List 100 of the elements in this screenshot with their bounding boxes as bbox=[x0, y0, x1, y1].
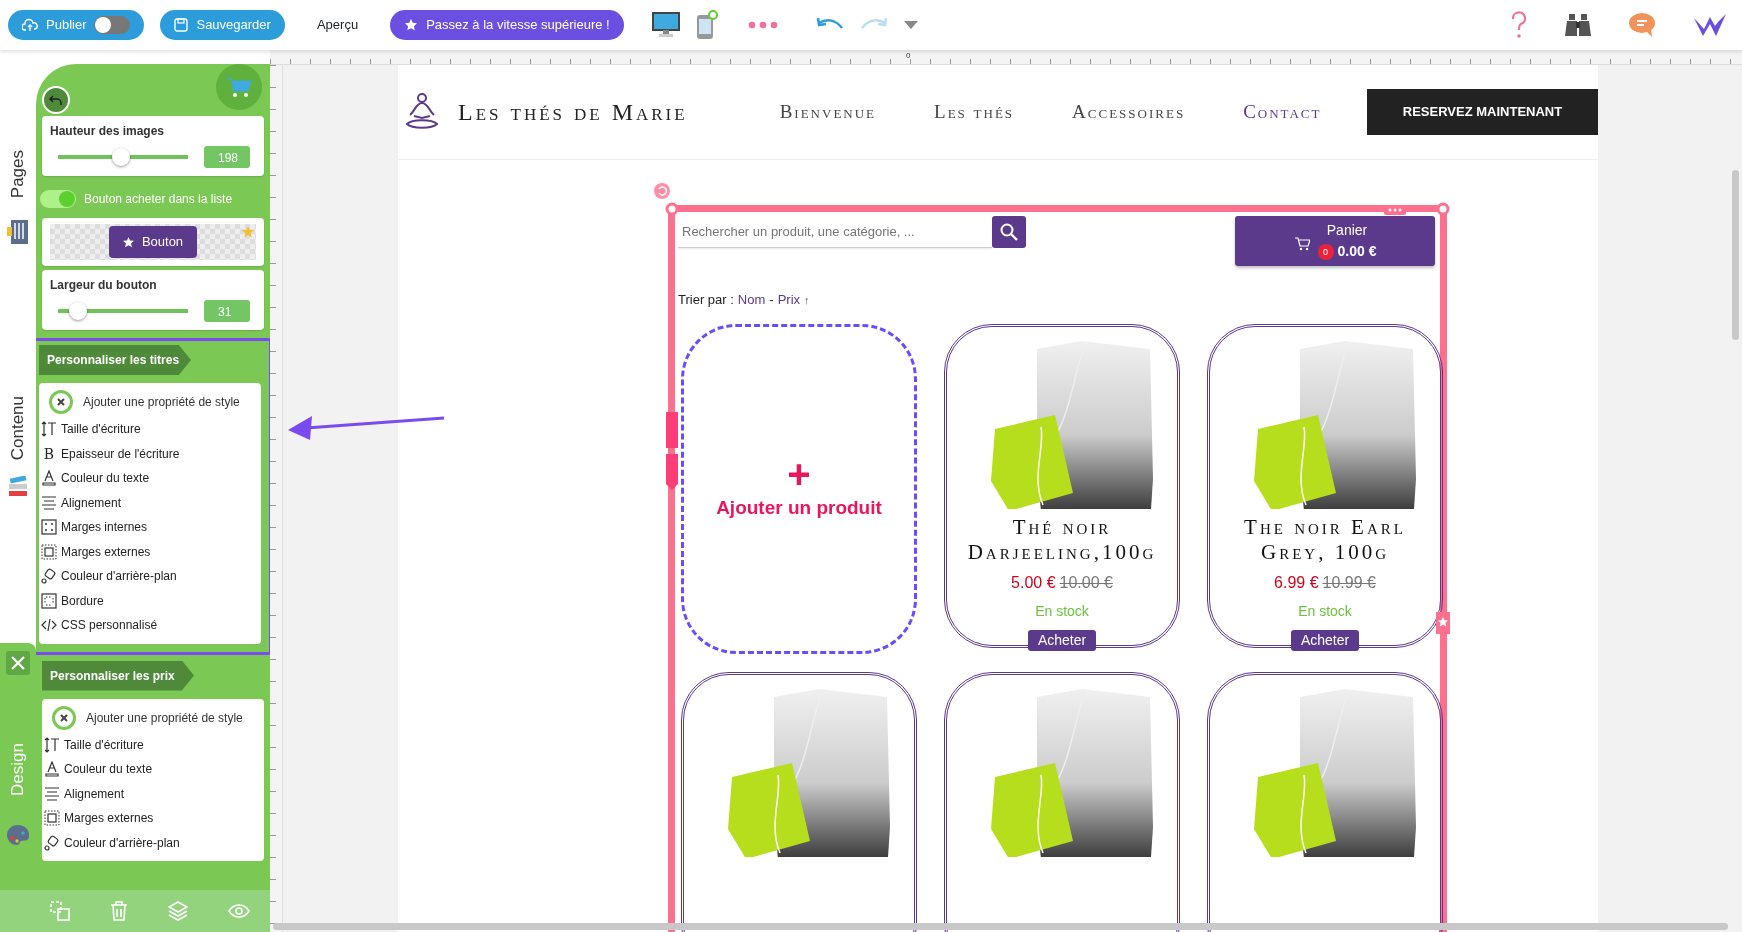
nav-link[interactable]: Contact bbox=[1243, 97, 1322, 127]
search-icon bbox=[1000, 223, 1018, 241]
product-title: The noir Earl Grey, 100g bbox=[1243, 514, 1407, 565]
cloud-upload-icon bbox=[22, 18, 38, 32]
help-icon[interactable] bbox=[1510, 11, 1528, 39]
style-property-item[interactable]: Bordure bbox=[41, 588, 261, 613]
reserve-button[interactable]: RESERVEZ MAINTENANT bbox=[1367, 89, 1598, 135]
style-property-item[interactable]: Alignement bbox=[44, 781, 264, 806]
plus-icon: + bbox=[787, 454, 811, 495]
style-property-item[interactable]: Couleur d'arrière-plan bbox=[41, 564, 261, 589]
product-price: 6.99 € bbox=[1274, 572, 1319, 593]
site-logo[interactable]: Les thés de Marie bbox=[458, 94, 688, 130]
trash-icon[interactable] bbox=[110, 901, 128, 921]
nav-link[interactable]: Accessoires bbox=[1072, 97, 1186, 127]
add-product-label: Ajouter un produit bbox=[716, 496, 882, 521]
horizontal-scrollbar[interactable] bbox=[273, 923, 1728, 930]
corner-handle-icon[interactable] bbox=[1436, 202, 1450, 216]
palette-icon[interactable] bbox=[6, 824, 30, 847]
buy-button-toggle[interactable] bbox=[40, 190, 76, 208]
sort-link[interactable]: Nom bbox=[737, 290, 766, 310]
cart-icon bbox=[1293, 237, 1310, 251]
paint-bucket-icon bbox=[44, 834, 60, 851]
duplicate-icon[interactable] bbox=[50, 901, 70, 921]
close-icon bbox=[11, 656, 25, 671]
eye-icon[interactable] bbox=[228, 904, 250, 918]
style-property-item[interactable]: B Epaisseur de l'écriture bbox=[41, 441, 261, 466]
nav-link[interactable]: Bienvenue bbox=[779, 97, 877, 127]
publish-toggle[interactable] bbox=[94, 16, 131, 34]
star-icon bbox=[122, 236, 134, 248]
style-property-item[interactable]: Couleur d'arrière-plan bbox=[44, 830, 264, 855]
style-property-item[interactable]: Marges externes bbox=[44, 806, 264, 831]
style-property-item[interactable]: Marges internes bbox=[41, 515, 261, 540]
style-property-item[interactable]: Couleur du texte bbox=[41, 466, 261, 491]
nav-link[interactable]: Les thés bbox=[934, 97, 1015, 127]
slider-thumb[interactable] bbox=[69, 302, 88, 320]
cart-button[interactable]: Panier 0 0.00 € bbox=[1235, 216, 1435, 266]
slider-label: Hauteur des images bbox=[50, 123, 166, 140]
padding-icon bbox=[41, 519, 57, 536]
style-property-item[interactable]: Taille d'écriture bbox=[41, 417, 261, 442]
search-field[interactable]: Rechercher un produit, une catégorie, ... bbox=[678, 216, 992, 248]
rotate-handle-icon[interactable] bbox=[654, 183, 670, 199]
font-size-icon bbox=[44, 736, 60, 753]
back-button[interactable] bbox=[42, 86, 70, 114]
favorite-star-icon[interactable] bbox=[242, 226, 254, 238]
buy-button[interactable]: Acheter bbox=[1027, 629, 1097, 651]
remove-button[interactable] bbox=[52, 705, 76, 730]
buy-button[interactable]: Acheter bbox=[1290, 629, 1360, 651]
stock-status: En stock bbox=[1298, 601, 1352, 621]
toolbox-icon[interactable] bbox=[8, 476, 28, 499]
bold-icon: B bbox=[41, 446, 57, 461]
layers-icon[interactable] bbox=[168, 901, 188, 921]
resize-handle-icon[interactable] bbox=[666, 412, 678, 490]
add-product-card[interactable]: + Ajouter un produit bbox=[681, 323, 917, 654]
shelf-icon[interactable] bbox=[7, 218, 29, 247]
star-handle-icon[interactable] bbox=[1436, 612, 1450, 634]
add-style-label[interactable]: Ajouter une propriété de style bbox=[86, 708, 243, 727]
slider-label: Largeur du bouton bbox=[50, 277, 158, 294]
caret-icon[interactable] bbox=[903, 21, 918, 29]
style-property-item[interactable]: Couleur du texte bbox=[44, 757, 264, 782]
star-icon bbox=[404, 18, 419, 32]
corner-handle-icon[interactable] bbox=[665, 202, 679, 216]
desktop-icon[interactable] bbox=[651, 12, 680, 38]
toggle-label: Bouton acheter dans la liste bbox=[84, 191, 233, 208]
margin-icon bbox=[41, 543, 57, 560]
old-price: 10.00 € bbox=[1059, 572, 1113, 593]
border-icon bbox=[41, 592, 57, 609]
section-header[interactable]: Personnaliser les prix bbox=[42, 660, 194, 691]
code-icon bbox=[41, 617, 57, 634]
separator-text: - bbox=[769, 291, 774, 309]
sort-link[interactable]: Prix bbox=[777, 290, 801, 310]
more-dots-icon[interactable] bbox=[747, 21, 778, 29]
tablet-icon[interactable] bbox=[695, 10, 718, 40]
chat-icon[interactable] bbox=[1628, 12, 1656, 38]
preview-link[interactable]: Aperçu bbox=[316, 15, 359, 35]
binoculars-icon[interactable] bbox=[1564, 13, 1592, 37]
back-arrow-icon bbox=[49, 94, 63, 106]
side-tab[interactable]: Pages bbox=[5, 150, 31, 199]
old-price: 10.99 € bbox=[1322, 572, 1376, 593]
section-header[interactable]: Personnaliser les titres bbox=[39, 345, 191, 375]
side-tab[interactable]: Contenu bbox=[5, 396, 31, 461]
sort-arrow[interactable]: ↑ bbox=[804, 291, 810, 308]
ruler-label: 0 bbox=[906, 50, 911, 62]
search-button[interactable] bbox=[992, 216, 1026, 248]
style-property-item[interactable]: Marges externes bbox=[41, 539, 261, 564]
style-property-item[interactable]: Taille d'écriture bbox=[44, 732, 264, 757]
cart-count-badge: 0 bbox=[1317, 243, 1334, 260]
close-icon bbox=[57, 398, 65, 406]
close-button[interactable] bbox=[6, 651, 30, 676]
upgrade-button[interactable]: Passez à la vitesse supérieure ! bbox=[390, 10, 624, 40]
font-size-icon bbox=[41, 421, 57, 438]
align-icon bbox=[41, 494, 57, 511]
close-icon bbox=[60, 713, 68, 722]
slider-thumb[interactable] bbox=[111, 148, 130, 166]
style-property-item[interactable]: CSS personnalisé bbox=[41, 613, 261, 638]
add-style-label[interactable]: Ajouter une propriété de style bbox=[83, 393, 240, 411]
preview-button[interactable]: Bouton bbox=[108, 226, 198, 258]
style-property-item[interactable]: Alignement bbox=[41, 490, 261, 515]
align-icon bbox=[44, 785, 60, 802]
vertical-scrollbar[interactable] bbox=[1732, 170, 1739, 340]
remove-button[interactable] bbox=[49, 390, 73, 414]
